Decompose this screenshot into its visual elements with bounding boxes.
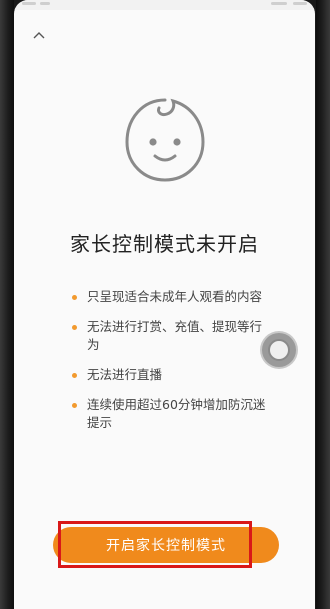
- list-item: 无法进行打赏、充值、提现等行为: [69, 318, 269, 354]
- bullet-dot: [72, 295, 77, 300]
- list-item-text: 无法进行直播: [87, 367, 163, 382]
- assistive-touch-icon: [268, 339, 290, 361]
- status-bar: [14, 0, 315, 10]
- restriction-list: 只呈现适合未成年人观看的内容 无法进行打赏、充值、提现等行为 无法进行直播 连续…: [69, 288, 269, 444]
- status-indicator: [40, 2, 50, 5]
- assistive-touch-button[interactable]: [262, 333, 296, 367]
- page-title: 家长控制模式未开启: [70, 232, 259, 256]
- bullet-dot: [72, 325, 77, 330]
- phone-bezel-left: [0, 0, 14, 609]
- bullet-dot: [72, 403, 77, 408]
- back-button[interactable]: [28, 26, 50, 44]
- status-indicator: [293, 2, 307, 5]
- enable-parental-control-button[interactable]: 开启家长控制模式: [53, 527, 279, 563]
- phone-bezel-right: [316, 0, 330, 609]
- list-item-text: 无法进行打赏、充值、提现等行为: [87, 319, 263, 352]
- list-item-text: 连续使用超过60分钟增加防沉迷提示: [87, 397, 266, 430]
- bullet-dot: [72, 373, 77, 378]
- status-indicator: [22, 2, 36, 5]
- baby-face-icon: [125, 98, 205, 182]
- list-item-text: 只呈现适合未成年人观看的内容: [87, 289, 263, 304]
- parental-control-screen: 家长控制模式未开启 只呈现适合未成年人观看的内容 无法进行打赏、充值、提现等行为…: [14, 0, 315, 609]
- phone-device: 家长控制模式未开启 只呈现适合未成年人观看的内容 无法进行打赏、充值、提现等行为…: [0, 0, 330, 609]
- list-item: 只呈现适合未成年人观看的内容: [69, 288, 269, 306]
- status-indicator: [271, 2, 287, 5]
- list-item: 连续使用超过60分钟增加防沉迷提示: [69, 396, 269, 432]
- chevron-up-icon: [33, 32, 45, 39]
- list-item: 无法进行直播: [69, 366, 269, 384]
